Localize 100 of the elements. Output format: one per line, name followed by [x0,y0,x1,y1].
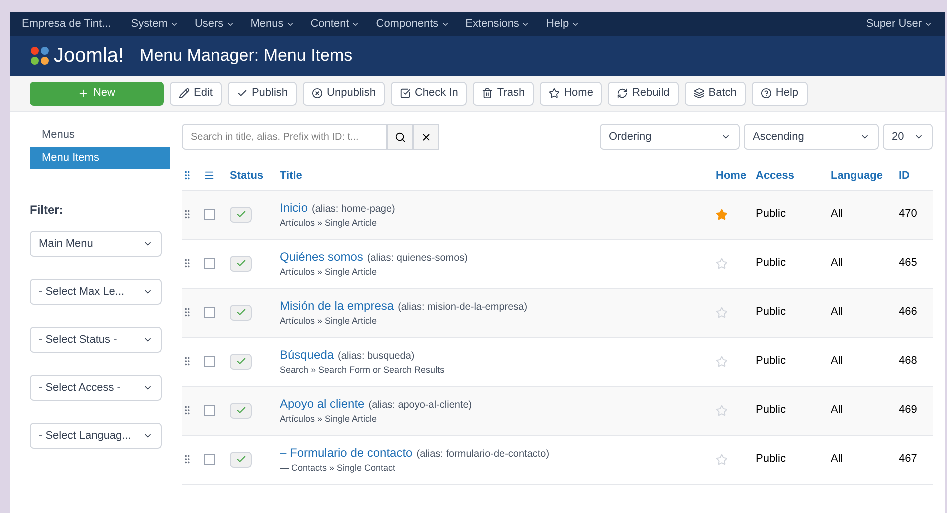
item-title-link[interactable]: Quiénes somos [280,248,364,266]
column-header[interactable]: Access [756,170,795,182]
logo-text: Joomla! [54,44,124,69]
toolbar-button[interactable]: Edit [170,82,222,106]
access-cell: Public [756,355,786,368]
drag-handle-icon[interactable] [182,454,193,465]
drag-handle-icon[interactable] [182,307,193,318]
language-cell: All [831,355,844,368]
menu-item[interactable]: System [131,16,179,32]
toolbar-button[interactable]: Check In [390,82,468,106]
drag-handle-icon[interactable] [182,209,193,220]
home-star-icon[interactable] [716,306,728,318]
select-field[interactable]: - Select Languag... [30,423,162,449]
check-icon [236,405,246,416]
toolbar-icon [312,88,324,99]
language-cell: All [831,306,844,318]
toolbar-icon [694,88,705,99]
home-star-icon[interactable] [716,454,728,466]
toolbar-button[interactable]: Unpublish [303,82,385,106]
status-toggle[interactable] [230,256,252,272]
status-toggle[interactable] [230,402,252,418]
search-field[interactable]: Search in title, alias. Prefix with ID: t... [182,124,387,150]
sidebar-item[interactable]: Menu Items [30,146,170,169]
row-checkbox[interactable] [204,405,215,416]
toolbar-button[interactable]: Trash [473,82,534,106]
row-checkbox[interactable] [204,454,215,465]
select-field[interactable]: Ascending [744,124,879,150]
row-checkbox[interactable] [204,258,215,269]
menu-item[interactable]: Help [546,16,580,32]
item-type: Artículos » Single Article [280,412,378,426]
toolbar-button[interactable]: Batch [684,82,746,106]
access-cell: Public [756,453,786,466]
page-title: Menu Manager: Menu Items [140,45,353,68]
checkall-icon[interactable] [204,170,215,182]
item-alias: (alias: formulario-de-contacto) [416,448,550,462]
select-field[interactable]: - Select Status - [30,327,162,353]
row-checkbox[interactable] [204,356,215,367]
column-header[interactable]: Title [280,170,302,182]
select-field[interactable]: - Select Max Le... [30,279,162,305]
drag-handle-icon[interactable] [182,258,193,269]
clear-button[interactable] [413,124,439,150]
item-title-link[interactable]: Búsqueda [280,346,334,364]
item-alias: (alias: mision-de-la-empresa) [398,300,528,315]
sidebar-item[interactable]: Menus [30,124,170,146]
drag-handle-icon[interactable] [182,356,193,367]
item-type: — Contacts » Single Contact [280,462,397,475]
item-title-link[interactable]: Misión de la empresa [280,296,394,315]
item-title-link[interactable]: – Formulario de contacto [280,444,413,462]
column-header[interactable]: Language [831,170,883,182]
select-field[interactable]: - Select Access - [30,375,162,401]
item-alias: (alias: apoyo-al-cliente) [368,398,472,413]
user-menu[interactable]: Super User [866,16,933,32]
language-cell: All [831,453,844,466]
select-field[interactable]: 20 [883,124,933,150]
id-cell: 466 [899,306,918,318]
toolbar-icon [400,88,411,99]
site-link[interactable]: Empresa de Tint... [22,16,112,32]
close-icon [420,132,432,142]
drag-handle-icon[interactable] [182,405,193,416]
toolbar-button[interactable]: Publish [228,82,298,106]
id-cell: 465 [899,257,918,270]
menu-item[interactable]: Components [376,16,450,32]
item-title-link[interactable]: Inicio [280,198,308,217]
language-cell: All [831,257,844,270]
home-star-icon[interactable] [716,356,728,368]
toolbar-button[interactable]: Rebuild [608,82,679,106]
toolbar-icon [179,88,190,99]
menu-item[interactable]: Menus [250,16,295,32]
home-star-icon[interactable] [716,208,728,220]
item-type: Artículos » Single Article [280,314,378,328]
status-toggle[interactable] [230,354,252,370]
toolbar-icon [482,88,494,99]
check-icon [236,454,246,465]
row-checkbox[interactable] [204,209,215,220]
menu-item[interactable]: Users [194,16,235,32]
toolbar-button[interactable]: Help [752,82,808,106]
id-cell: 468 [899,355,918,368]
home-star-icon[interactable] [716,258,728,270]
status-toggle[interactable] [230,206,252,222]
id-cell: 470 [899,208,918,220]
menu-item[interactable]: Content [310,16,360,32]
status-toggle[interactable] [230,304,252,320]
ordering-icon[interactable] [182,170,193,182]
check-icon [236,258,246,269]
item-title-link[interactable]: Apoyo al cliente [280,394,365,413]
check-icon [236,307,246,318]
language-cell: All [831,404,844,416]
home-star-icon[interactable] [716,404,728,416]
row-checkbox[interactable] [204,307,215,318]
select-field[interactable]: Main Menu [30,231,162,257]
column-header[interactable]: ID [899,170,910,182]
logo-icon [30,46,50,66]
column-header[interactable]: Home [716,170,747,182]
status-toggle[interactable] [230,452,252,468]
select-field[interactable]: Ordering [600,124,740,150]
toolbar-button[interactable]: Home [540,82,602,106]
search-button[interactable] [387,124,413,150]
access-cell: Public [756,404,786,416]
column-header[interactable]: Status [230,170,264,182]
menu-item[interactable]: Extensions [466,16,530,32]
